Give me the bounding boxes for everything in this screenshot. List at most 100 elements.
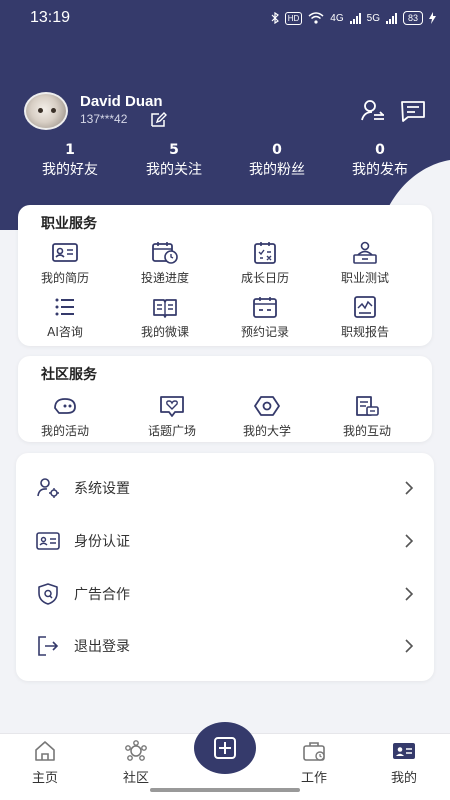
grid-item-label: 职业测试 <box>340 271 389 285</box>
create-post-button[interactable] <box>194 722 256 774</box>
nav-community[interactable]: 社区 <box>101 740 171 786</box>
calendar-icon <box>254 242 276 264</box>
grid-item-progress[interactable]: 投递进度 <box>115 241 215 286</box>
community-icon <box>125 740 147 761</box>
setting-label: 广告合作 <box>74 587 130 603</box>
logout-icon <box>38 636 59 656</box>
grid-item-label: 话题广场 <box>147 424 196 438</box>
setting-ads[interactable]: 广告合作 <box>16 568 434 620</box>
setting-label: 退出登录 <box>74 639 130 655</box>
grid-item-label: AI咨询 <box>47 325 83 339</box>
nav-label: 主页 <box>31 771 58 786</box>
wifi-icon <box>308 12 324 24</box>
signal-icon <box>385 12 397 24</box>
grid-item-label: 职规报告 <box>340 325 389 339</box>
add-icon <box>214 737 236 759</box>
stat-posts-count: 0 <box>375 142 385 158</box>
grid-item-label: 成长日历 <box>240 271 289 285</box>
switch-user-icon[interactable] <box>360 99 386 123</box>
setting-label: 身份认证 <box>74 534 130 550</box>
stat-following-count: 5 <box>169 142 179 158</box>
stat-friends-label: 我的好友 <box>42 162 98 178</box>
topic-icon <box>160 396 184 417</box>
nav-label: 工作 <box>300 771 327 786</box>
grid-item-appointment[interactable]: 预约记录 <box>215 295 315 340</box>
setting-label: 系统设置 <box>74 481 130 497</box>
user-phone: 137***42 <box>80 112 128 126</box>
career-services-card: 职业服务 我的简历 投递进度 成长日历 职业测试 AI咨询 我的微课 预约记录 … <box>18 205 432 346</box>
nav-label: 社区 <box>122 771 149 786</box>
status-icons: HD 4G 5G 83 <box>271 11 436 25</box>
message-icon[interactable] <box>400 99 426 123</box>
stat-posts[interactable]: 0 我的发布 <box>325 143 435 179</box>
book-icon <box>153 299 177 318</box>
grid-item-test[interactable]: 职业测试 <box>315 241 415 286</box>
grid-item-calendar[interactable]: 成长日历 <box>215 241 315 286</box>
status-time: 13:19 <box>30 9 71 26</box>
stat-friends-count: 1 <box>65 142 75 158</box>
chevron-right-icon <box>405 534 414 548</box>
university-icon <box>254 396 280 416</box>
user-settings-icon <box>37 478 59 498</box>
setting-logout[interactable]: 退出登录 <box>16 620 434 672</box>
network-5g-label: 5G <box>366 12 380 24</box>
resume-icon <box>52 243 78 262</box>
nav-home[interactable]: 主页 <box>10 740 80 786</box>
avatar[interactable] <box>24 92 68 130</box>
grid-item-activity[interactable]: 我的活动 <box>15 394 115 439</box>
grid-item-topic[interactable]: 话题广场 <box>122 394 222 439</box>
setting-identity[interactable]: 身份认证 <box>16 515 434 567</box>
report-icon <box>354 296 376 318</box>
grid-item-university[interactable]: 我的大学 <box>217 394 317 439</box>
test-icon <box>353 241 377 264</box>
stat-followers-count: 0 <box>272 142 282 158</box>
grid-item-label: 我的活动 <box>40 424 89 438</box>
community-services-title: 社区服务 <box>41 367 97 383</box>
network-4g-label: 4G <box>330 12 344 24</box>
nav-work[interactable]: 工作 <box>279 740 349 786</box>
grid-item-label: 预约记录 <box>240 325 289 339</box>
activity-icon <box>54 398 76 414</box>
work-icon <box>303 742 325 761</box>
chevron-right-icon <box>405 639 414 653</box>
career-services-title: 职业服务 <box>41 216 97 232</box>
interaction-icon <box>356 396 379 416</box>
progress-icon <box>152 242 178 264</box>
stat-followers-label: 我的粉丝 <box>249 162 305 178</box>
edit-icon[interactable] <box>149 111 167 129</box>
chevron-right-icon <box>405 481 414 495</box>
stat-friends[interactable]: 1 我的好友 <box>15 143 125 179</box>
grid-item-microcourse[interactable]: 我的微课 <box>115 295 215 340</box>
grid-item-ai-consult[interactable]: AI咨询 <box>15 295 115 340</box>
chevron-right-icon <box>405 587 414 601</box>
grid-item-label: 我的大学 <box>242 424 291 438</box>
battery-level: 83 <box>402 11 423 25</box>
user-name[interactable]: David Duan <box>80 93 163 110</box>
grid-item-report[interactable]: 职规报告 <box>315 295 415 340</box>
bluetooth-icon <box>271 12 279 24</box>
grid-item-label: 我的互动 <box>342 424 391 438</box>
grid-item-label: 投递进度 <box>140 271 189 285</box>
stat-following[interactable]: 5 我的关注 <box>119 143 229 179</box>
community-services-card: 社区服务 我的活动 话题广场 我的大学 我的互动 <box>18 356 432 442</box>
nav-label: 我的 <box>390 771 417 786</box>
grid-item-resume[interactable]: 我的简历 <box>15 241 115 286</box>
home-indicator[interactable] <box>150 788 300 792</box>
home-icon <box>35 741 55 761</box>
profile-icon <box>393 743 415 759</box>
grid-item-label: 我的微课 <box>140 325 189 339</box>
stat-followers[interactable]: 0 我的粉丝 <box>222 143 332 179</box>
grid-item-label: 我的简历 <box>40 271 89 285</box>
appointment-icon <box>253 297 277 318</box>
setting-system[interactable]: 系统设置 <box>16 462 434 514</box>
shield-icon <box>38 583 58 605</box>
list-icon <box>55 298 74 316</box>
hd-badge: HD <box>284 11 303 25</box>
settings-card: 系统设置 身份认证 广告合作 退出登录 <box>16 453 434 681</box>
nav-profile[interactable]: 我的 <box>369 740 439 786</box>
signal-icon <box>349 12 361 24</box>
charging-icon <box>429 12 436 24</box>
id-card-icon <box>36 532 60 550</box>
grid-item-interaction[interactable]: 我的互动 <box>317 394 417 439</box>
stat-posts-label: 我的发布 <box>352 162 408 178</box>
